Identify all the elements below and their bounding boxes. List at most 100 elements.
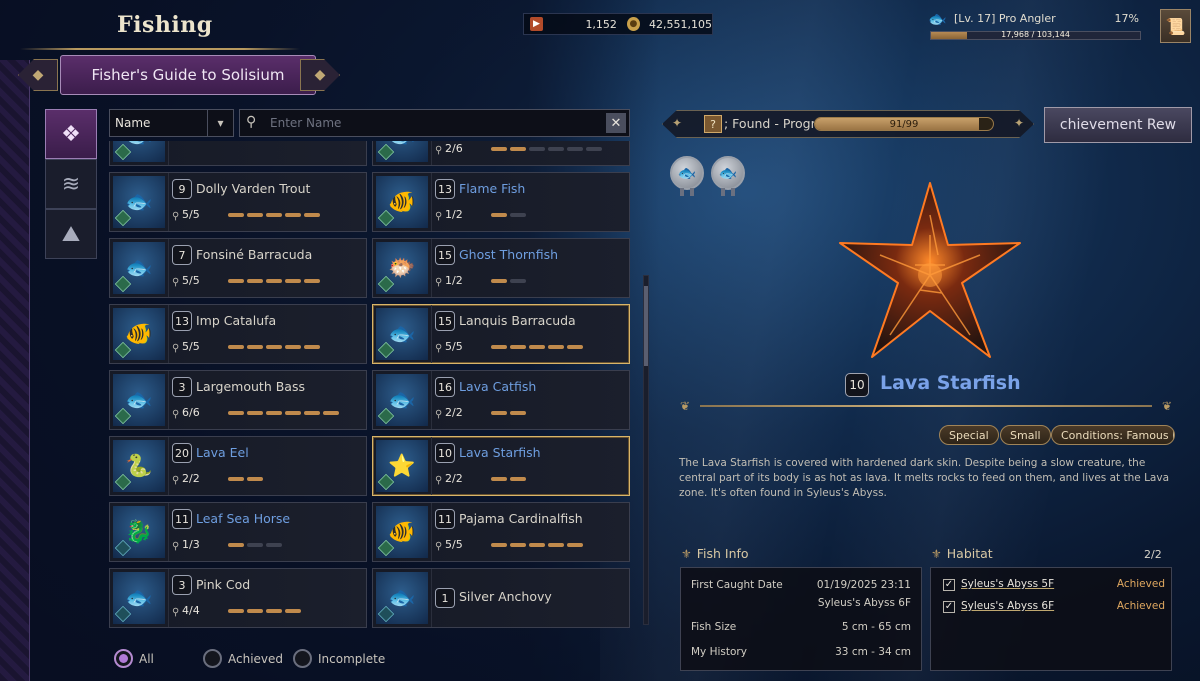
- location-progress: [228, 279, 320, 283]
- fish-card[interactable]: 🐟 9 Dolly Varden Trout ⚲ 5/5: [109, 172, 367, 232]
- fish-name: Lava Starfish: [459, 445, 541, 460]
- tag-conditions: Conditions: Famous Fishi: [1051, 425, 1175, 445]
- progress-segment: [247, 213, 263, 217]
- progress-segment: [567, 147, 583, 151]
- fish-thumbnail: 🐟: [376, 374, 428, 426]
- progress-segment: [247, 477, 263, 481]
- category-tab-land[interactable]: ⛰: [45, 209, 97, 259]
- progress-segment: [491, 147, 507, 151]
- category-tab-sea[interactable]: ≋: [45, 159, 97, 209]
- fish-card[interactable]: 🐟 7 Fonsiné Barracuda ⚲ 5/5: [109, 238, 367, 298]
- fish-level: 15: [435, 311, 455, 331]
- fish-card[interactable]: 🐟 ⚲2/6: [372, 141, 630, 166]
- location-count: 5/5: [182, 208, 200, 221]
- fish-card[interactable]: 🐉 11 Leaf Sea Horse ⚲ 1/3: [109, 502, 367, 562]
- habitat-name[interactable]: Syleus's Abyss 5F: [961, 578, 1054, 590]
- lava-starfish-image: [839, 182, 1021, 358]
- prev-guide-arrow-icon[interactable]: ◆: [18, 59, 58, 91]
- progress-segment: [548, 147, 564, 151]
- fish-level: 11: [172, 509, 192, 529]
- fish-card[interactable]: 🐟 3 Pink Cod ⚲ 4/4: [109, 568, 367, 628]
- profile-percent: 17%: [1114, 12, 1139, 25]
- fish-card[interactable]: 🐡 15 Ghost Thornfish ⚲ 1/2: [372, 238, 630, 298]
- progress-segment: [529, 345, 545, 349]
- fish-image-icon: ⭐: [388, 453, 416, 479]
- diamond-pattern-icon: ❖: [61, 121, 81, 147]
- location-count: 5/5: [445, 340, 463, 353]
- fish-card[interactable]: 🐟 15 Lanquis Barracuda ⚲ 5/5: [372, 304, 630, 364]
- fish-level: 1: [435, 588, 455, 608]
- achievement-reward-button[interactable]: chievement Rew: [1044, 107, 1192, 143]
- fish-thumbnail: 🐍: [113, 440, 165, 492]
- radio-selected-icon[interactable]: [114, 649, 133, 668]
- medal-icon: 🐟: [670, 156, 704, 190]
- habitat-name[interactable]: Syleus's Abyss 6F: [961, 600, 1054, 612]
- progress-segment: [304, 279, 320, 283]
- fish-card[interactable]: 🐠 11 Pajama Cardinalfish ⚲ 5/5: [372, 502, 630, 562]
- fish-name: Flame Fish: [459, 181, 526, 196]
- fish-card[interactable]: 🐠 13 Flame Fish ⚲ 1/2: [372, 172, 630, 232]
- location-count: 2/6: [445, 142, 463, 155]
- location-count: 2/2: [182, 472, 200, 485]
- filter-achieved[interactable]: Achieved: [203, 649, 283, 668]
- filter-all-label: All: [139, 651, 154, 666]
- sort-dropdown[interactable]: Name ▾: [109, 109, 234, 137]
- radio-icon[interactable]: [203, 649, 222, 668]
- clear-search-icon[interactable]: ✕: [606, 113, 626, 133]
- fish-card[interactable]: 🐍 20 Lava Eel ⚲ 2/2: [109, 436, 367, 496]
- scrollbar-thumb[interactable]: [644, 286, 648, 366]
- progress-segment: [247, 279, 263, 283]
- habitat-row[interactable]: ✓ Syleus's Abyss 6F Achieved: [943, 600, 1165, 616]
- filter-all[interactable]: All: [114, 649, 154, 668]
- progress-segment: [510, 411, 526, 415]
- fish-card[interactable]: 🐟 16 Lava Catfish ⚲ 2/2: [372, 370, 630, 430]
- fish-card[interactable]: 🐟 3 Largemouth Bass ⚲ 6/6: [109, 370, 367, 430]
- fish-level: 9: [172, 179, 192, 199]
- guide-title[interactable]: Fisher's Guide to Solisium: [60, 55, 316, 95]
- progress-text: 91/99: [889, 119, 919, 130]
- location-count: 1/2: [445, 208, 463, 221]
- search-input[interactable]: [270, 112, 600, 134]
- fish-card[interactable]: 🐠 13 Imp Catalufa ⚲ 5/5: [109, 304, 367, 364]
- fish-card[interactable]: ⭐ 10 Lava Starfish ⚲ 2/2: [372, 436, 630, 496]
- progress-segment: [266, 345, 282, 349]
- progress-segment: [266, 609, 282, 613]
- location-progress: [491, 213, 526, 217]
- location-progress: [228, 609, 301, 613]
- fish-level: 10: [435, 443, 455, 463]
- filter-incomplete[interactable]: Incomplete: [293, 649, 385, 668]
- progress-segment: [228, 213, 244, 217]
- chevron-down-icon[interactable]: ▾: [207, 110, 233, 136]
- ticket-icon: ▶: [530, 17, 543, 31]
- location-pin-icon: ⚲: [172, 343, 180, 354]
- category-tab-all[interactable]: ❖: [45, 109, 97, 159]
- habitat-status: Achieved: [1116, 578, 1165, 590]
- location-progress: [491, 147, 602, 151]
- fish-name: Lava Catfish: [459, 379, 537, 394]
- location-count: 5/5: [182, 340, 200, 353]
- fish-card[interactable]: 🐟: [109, 141, 367, 166]
- progress-segment: [510, 477, 526, 481]
- list-scrollbar[interactable]: [643, 275, 649, 625]
- radio-icon[interactable]: [293, 649, 312, 668]
- fish-image-icon: 🐠: [125, 321, 153, 347]
- fish-image-icon: 🐠: [388, 189, 416, 215]
- fish-image-icon: 🐟: [125, 141, 152, 149]
- habitat-panel: ✓ Syleus's Abyss 5F Achieved ✓ Syleus's …: [930, 567, 1172, 671]
- habitat-row[interactable]: ✓ Syleus's Abyss 5F Achieved: [943, 578, 1165, 594]
- progress-segment: [228, 345, 244, 349]
- fishing-book-button[interactable]: 📜: [1160, 9, 1191, 43]
- progress-segment: [266, 543, 282, 547]
- fish-thumbnail: 🐟: [376, 308, 428, 360]
- progress-segment: [228, 279, 244, 283]
- fish-card[interactable]: 🐟 1 Silver Anchovy: [372, 568, 630, 628]
- fleur-de-lis-icon: ⚜: [931, 546, 942, 561]
- progress-segment: [304, 345, 320, 349]
- collection-progress: ✦ ✦ ? ; Found - Progr 91/99: [662, 110, 1034, 138]
- location-count: 5/5: [445, 538, 463, 551]
- question-icon[interactable]: ?: [704, 115, 722, 133]
- fish-level: 20: [172, 443, 192, 463]
- fish-level: 15: [435, 245, 455, 265]
- next-guide-arrow-icon[interactable]: ◆: [300, 59, 340, 91]
- xp-bar: 17,968 / 103,144: [930, 30, 1141, 40]
